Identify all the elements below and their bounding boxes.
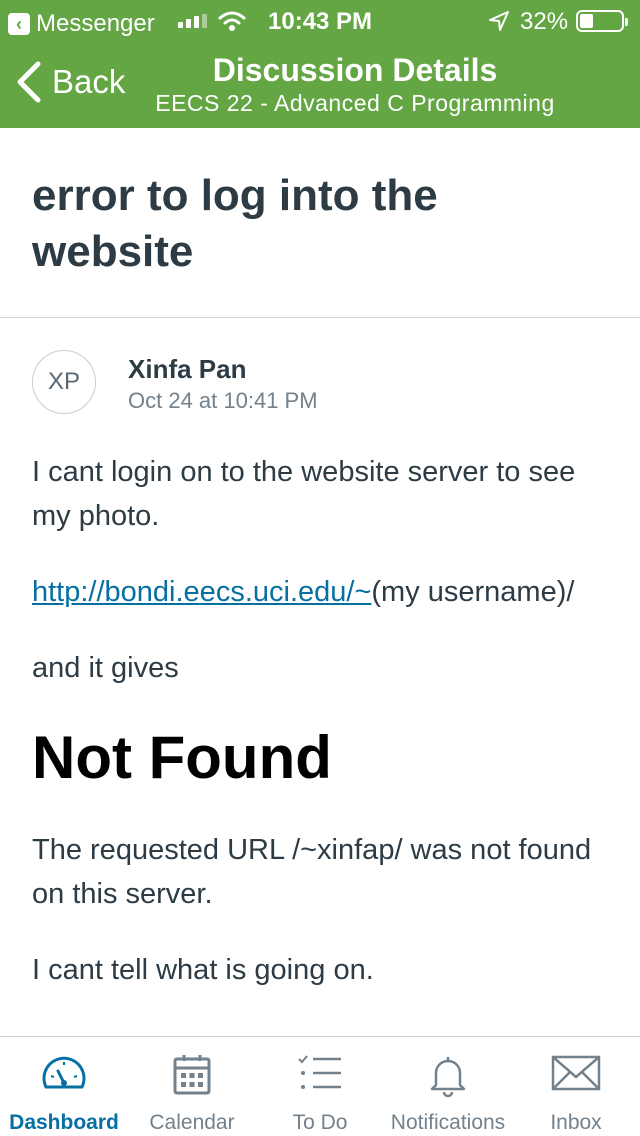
course-subtitle: EECS 22 - Advanced C Programming bbox=[155, 90, 555, 116]
calendar-icon bbox=[173, 1055, 211, 1095]
back-to-app[interactable]: ‹ Messenger bbox=[8, 10, 155, 38]
app-header: ‹ Messenger 10:43 PM 32% Back Discussion… bbox=[0, 0, 640, 128]
post-paragraph: and it gives bbox=[32, 652, 179, 684]
todo-icon bbox=[298, 1055, 341, 1089]
tab-bar: Dashboard Calendar To Do Notifications I… bbox=[0, 1036, 640, 1136]
tab-label: Inbox bbox=[550, 1111, 602, 1134]
topic-header: error to log into the website bbox=[0, 128, 640, 318]
tab-calendar[interactable]: Calendar bbox=[128, 1037, 256, 1136]
post-paragraph: I cant login on to the website server to… bbox=[32, 456, 576, 532]
post-date: Oct 24 at 10:41 PM bbox=[128, 388, 318, 413]
author-row: XP Xinfa Pan Oct 24 at 10:41 PM bbox=[0, 318, 640, 428]
status-bar: ‹ Messenger 10:43 PM 32% bbox=[0, 0, 640, 40]
website-link[interactable]: http://bondi.eecs.uci.edu/~ bbox=[32, 576, 371, 608]
discussion-title: error to log into the website bbox=[32, 171, 438, 276]
avatar[interactable]: XP bbox=[32, 350, 96, 414]
tab-todo[interactable]: To Do bbox=[256, 1037, 384, 1136]
tab-notifications[interactable]: Notifications bbox=[384, 1037, 512, 1136]
back-app-label: Messenger bbox=[36, 10, 155, 37]
post-link-paragraph: http://bondi.eecs.uci.edu/~(my username)… bbox=[32, 570, 608, 614]
post-body: I cant login on to the website server to… bbox=[0, 428, 640, 992]
tab-dashboard[interactable]: Dashboard bbox=[0, 1037, 128, 1136]
back-label: Back bbox=[52, 63, 126, 100]
tab-label: Calendar bbox=[149, 1111, 235, 1134]
tab-label: To Do bbox=[292, 1111, 348, 1134]
post-paragraph: I cant tell what is going on. bbox=[32, 954, 374, 986]
battery-fill bbox=[580, 14, 593, 28]
dashboard-icon bbox=[42, 1056, 86, 1089]
not-found-heading: Not Found bbox=[32, 724, 332, 791]
discussion-content[interactable]: error to log into the website XP Xinfa P… bbox=[0, 128, 640, 1036]
cellular-signal-icon bbox=[178, 14, 207, 28]
back-button[interactable]: Back bbox=[14, 60, 125, 104]
tab-label: Dashboard bbox=[9, 1111, 119, 1134]
post-paragraph: The requested URL /~xinfap/ was not foun… bbox=[32, 834, 592, 910]
chevron-left-icon bbox=[17, 61, 41, 103]
location-arrow-icon bbox=[489, 11, 509, 31]
battery-percent: 32% bbox=[520, 8, 569, 35]
tab-inbox[interactable]: Inbox bbox=[512, 1037, 640, 1136]
bell-icon bbox=[430, 1057, 466, 1097]
wifi-icon bbox=[218, 11, 246, 31]
clock: 10:43 PM bbox=[268, 8, 373, 35]
link-suffix: (my username)/ bbox=[371, 576, 575, 608]
page-title: Discussion Details bbox=[212, 52, 498, 88]
battery-icon bbox=[576, 10, 628, 32]
author-name: Xinfa Pan bbox=[128, 354, 247, 384]
tab-label: Notifications bbox=[390, 1111, 506, 1134]
back-app-icon: ‹ bbox=[8, 13, 30, 35]
mail-icon bbox=[551, 1055, 601, 1091]
